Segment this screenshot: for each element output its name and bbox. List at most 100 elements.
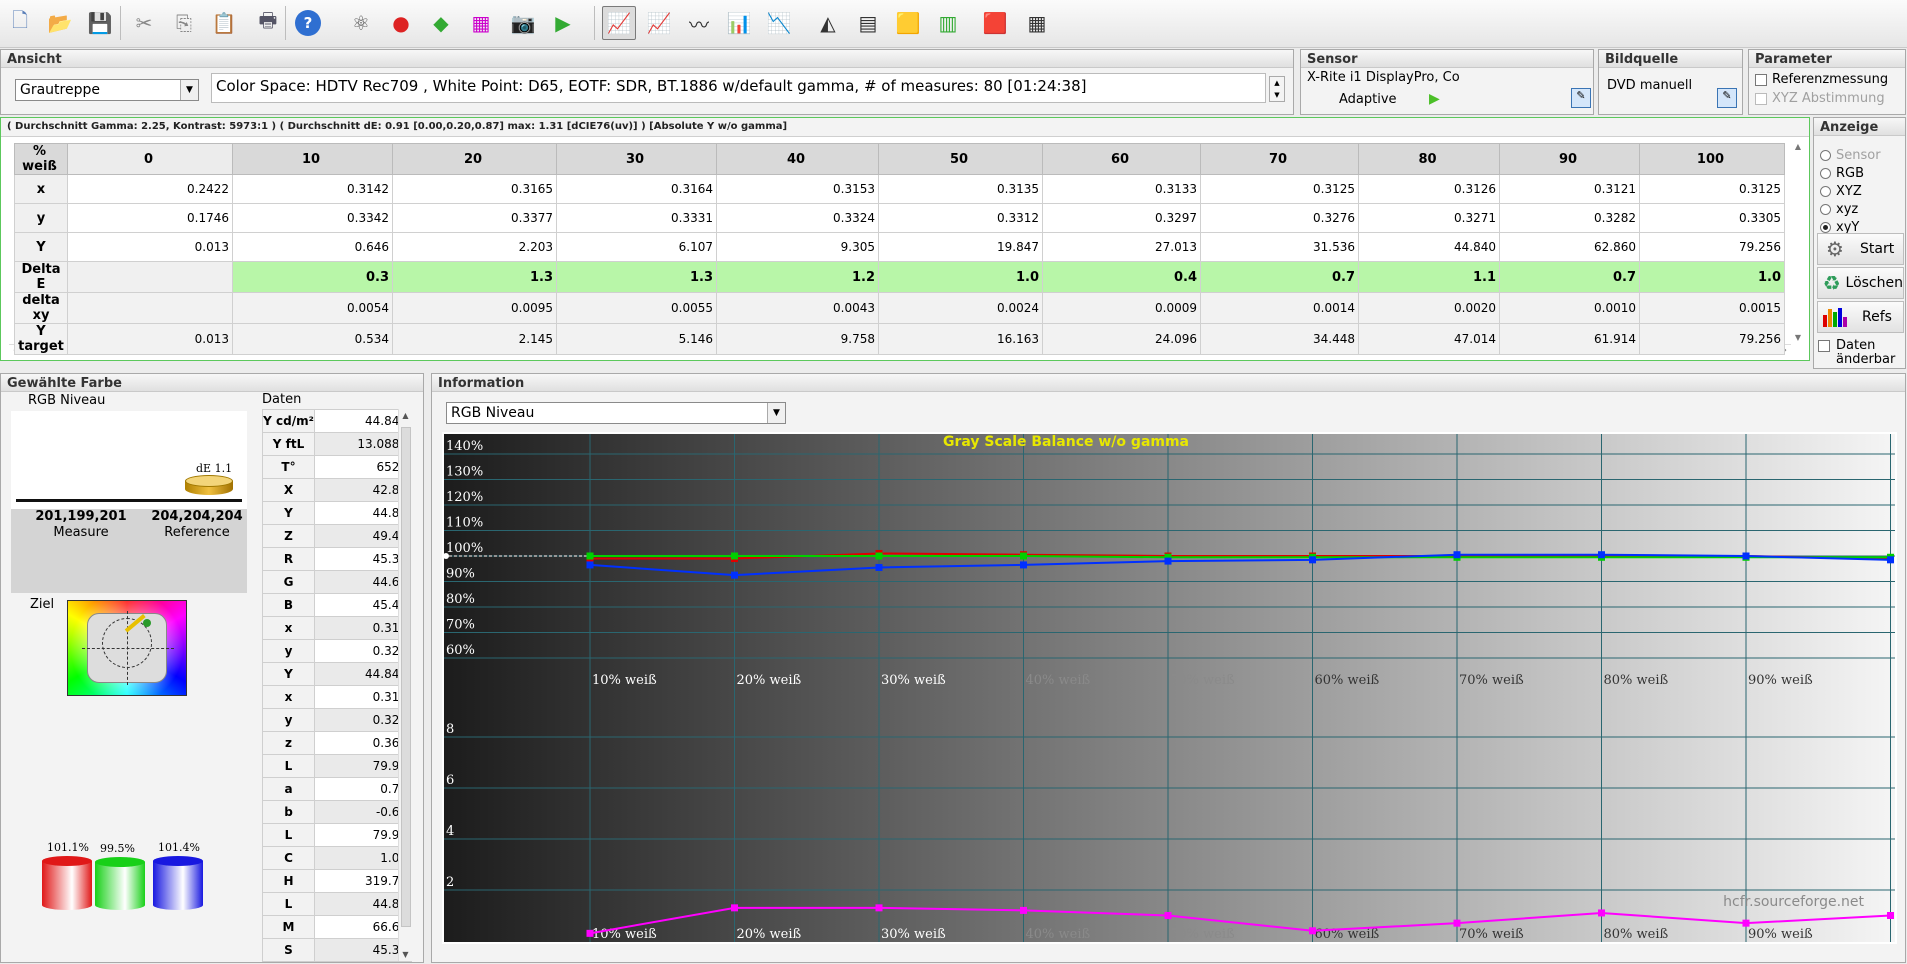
table-cell[interactable]: 44.840 [1358, 232, 1500, 262]
sensor-config-icon[interactable]: ✎ [1571, 88, 1591, 108]
table-cell[interactable]: 1.3 [556, 261, 717, 293]
table-cell[interactable]: 79.256 [1639, 232, 1785, 262]
table-cell[interactable]: 0.0010 [1499, 292, 1640, 324]
play-icon[interactable]: ▶ [1429, 91, 1440, 107]
molecule-icon[interactable]: ⚛ [344, 6, 378, 40]
description-scroll[interactable]: ▲ ▼ [1269, 76, 1285, 102]
column-header[interactable]: 100 [1639, 143, 1785, 175]
rgb-balls-icon[interactable]: ● [384, 6, 418, 40]
table-cell[interactable]: 9.305 [716, 232, 879, 262]
data-list-scroll[interactable]: ▲ ▼ [398, 409, 412, 961]
table-cell[interactable]: 5.146 [556, 323, 717, 355]
table-cell[interactable]: 0.2422 [67, 174, 233, 204]
reference-checkbox[interactable]: Referenzmessung [1755, 72, 1888, 87]
camera-icon[interactable]: 📷 [506, 6, 540, 40]
column-header[interactable]: 20 [392, 143, 557, 175]
display-option-rgb[interactable]: RGB [1820, 166, 1864, 181]
refs-button[interactable]: Refs [1817, 301, 1904, 333]
table-cell[interactable]: 34.448 [1200, 323, 1359, 355]
table-cell[interactable]: 0.0055 [556, 292, 717, 324]
table-cell[interactable]: 0.4 [1042, 261, 1201, 293]
paste-icon[interactable]: 📋 [207, 6, 241, 40]
table-cell[interactable]: 9.758 [716, 323, 879, 355]
table-cell[interactable]: 0.013 [67, 323, 233, 355]
table-cell[interactable]: 0.3 [232, 261, 393, 293]
table-cell[interactable]: 0.3324 [716, 203, 879, 233]
chart-red-icon[interactable]: 🟥 [978, 6, 1012, 40]
table-cell[interactable]: 0.3312 [878, 203, 1043, 233]
table-cell[interactable]: 0.3125 [1639, 174, 1785, 204]
table-cell[interactable]: 27.013 [1042, 232, 1201, 262]
color-cubes-icon[interactable]: ◆ [424, 6, 458, 40]
table-cell[interactable]: 19.847 [878, 232, 1043, 262]
table-cell[interactable]: 47.014 [1358, 323, 1500, 355]
column-header[interactable]: 80 [1358, 143, 1500, 175]
table-cell[interactable]: 0.013 [67, 232, 233, 262]
new-file-icon[interactable]: 🗋 [3, 6, 37, 40]
table-vscroll[interactable]: ▲ ▼ [1791, 142, 1805, 342]
table-cell[interactable]: 31.536 [1200, 232, 1359, 262]
table-cell[interactable]: 1.3 [392, 261, 557, 293]
table-cell[interactable]: 0.0024 [878, 292, 1043, 324]
table-cell[interactable]: 1.0 [878, 261, 1043, 293]
column-header[interactable]: 10 [232, 143, 393, 175]
table-cell[interactable]: 0.3135 [878, 174, 1043, 204]
column-header[interactable]: 30 [556, 143, 717, 175]
table-cell[interactable]: 2.145 [392, 323, 557, 355]
chart-rgb-level-icon[interactable]: 📈 [602, 6, 636, 40]
chart-gamma-icon[interactable]: 📈 [642, 6, 676, 40]
table-cell[interactable]: 0.3142 [232, 174, 393, 204]
table-cell[interactable]: 0.1746 [67, 203, 233, 233]
table-cell[interactable]: 2.203 [392, 232, 557, 262]
table-cell[interactable]: 0.3282 [1499, 203, 1640, 233]
table-cell[interactable]: 0.534 [232, 323, 393, 355]
xyz-tuning-checkbox[interactable]: XYZ Abstimmung [1755, 91, 1885, 106]
table-cell[interactable]: 0.3331 [556, 203, 717, 233]
display-option-sensor[interactable]: Sensor [1820, 148, 1881, 163]
table-cell[interactable]: 0.7 [1200, 261, 1359, 293]
table-cell[interactable]: 24.096 [1042, 323, 1201, 355]
column-header[interactable]: 40 [716, 143, 879, 175]
chart-gamut-icon[interactable]: ◭ [811, 6, 845, 40]
table-cell[interactable]: 0.3164 [556, 174, 717, 204]
chart-color-icon[interactable]: ▥ [931, 6, 965, 40]
table-cell[interactable]: 0.7 [1499, 261, 1640, 293]
info-select[interactable]: RGB Niveau ▼ [446, 402, 786, 424]
table-cell[interactable]: 1.1 [1358, 261, 1500, 293]
copy-icon[interactable]: ⎘ [167, 6, 201, 40]
table-cell[interactable]: 0.3153 [716, 174, 879, 204]
start-button[interactable]: ⚙ Start [1817, 233, 1904, 265]
table-cell[interactable]: 0.0095 [392, 292, 557, 324]
table-cell[interactable]: 0.3133 [1042, 174, 1201, 204]
data-editable-checkbox[interactable]: Daten änderbar [1818, 339, 1904, 367]
table-cell[interactable]: 0.0054 [232, 292, 393, 324]
table-cell[interactable] [67, 261, 233, 293]
play-icon[interactable]: ▶ [546, 6, 580, 40]
display-option-xyz[interactable]: XYZ [1820, 184, 1862, 199]
table-cell[interactable]: 0.646 [232, 232, 393, 262]
chart-lines-icon[interactable]: 📉 [762, 6, 796, 40]
chart-spectrum-icon[interactable]: ▦ [1020, 6, 1054, 40]
table-cell[interactable]: 0.0043 [716, 292, 879, 324]
delete-button[interactable]: ♻ Löschen [1817, 267, 1904, 299]
table-cell[interactable]: 62.860 [1499, 232, 1640, 262]
column-header[interactable]: 90 [1499, 143, 1640, 175]
table-cell[interactable]: 0.3377 [392, 203, 557, 233]
table-cell[interactable]: 0.0009 [1042, 292, 1201, 324]
save-icon[interactable]: 💾 [83, 6, 117, 40]
table-cell[interactable]: 0.3297 [1042, 203, 1201, 233]
table-cell[interactable]: 1.0 [1639, 261, 1785, 293]
table-cell[interactable]: 0.3126 [1358, 174, 1500, 204]
column-header[interactable]: 70 [1200, 143, 1359, 175]
table-cell[interactable]: 0.0020 [1358, 292, 1500, 324]
print-icon[interactable]: 🖶 [251, 6, 285, 40]
table-cell[interactable]: 1.2 [716, 261, 879, 293]
column-header[interactable]: 50 [878, 143, 1043, 175]
source-config-icon[interactable]: ✎ [1717, 88, 1737, 108]
table-cell[interactable]: 0.3125 [1200, 174, 1359, 204]
table-cell[interactable]: 0.3121 [1499, 174, 1640, 204]
table-cell[interactable]: 0.3165 [392, 174, 557, 204]
cut-icon[interactable]: ✂ [127, 6, 161, 40]
table-cell[interactable] [67, 292, 233, 324]
chart-yellow-icon[interactable]: 🟨 [891, 6, 925, 40]
